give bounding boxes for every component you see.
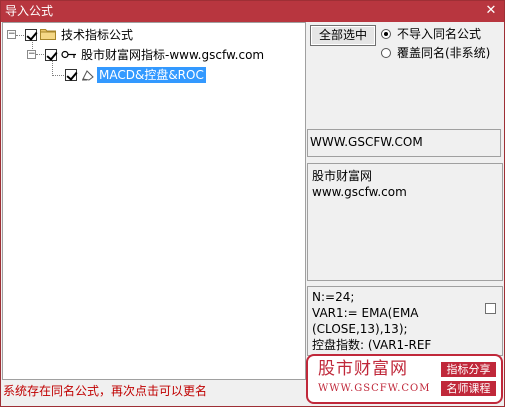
select-all-button[interactable]: 全部选中 <box>310 25 376 46</box>
watermark-tag: 指标分享 <box>441 362 496 377</box>
import-formula-dialog: 导入公式 ✕ − 技术指标公式 − 股市财富网指标-www.gscfw.com … <box>0 0 505 407</box>
option-label: 覆盖同名(非系统) <box>397 46 491 60</box>
code-line: 控盘指数: (VAR1-REF <box>312 338 432 352</box>
close-icon[interactable]: ✕ <box>483 3 499 19</box>
gscfw-watermark-logo: 股市财富网 WWW.GSCFW.COM 指标分享 名师课程 <box>306 354 503 404</box>
collapse-icon[interactable]: − <box>27 50 36 59</box>
root-checkbox[interactable] <box>25 29 37 41</box>
title-bar[interactable]: 导入公式 ✕ <box>1 1 504 22</box>
code-line: (CLOSE,13),13); <box>312 322 408 336</box>
description-line: www.gscfw.com <box>312 185 407 199</box>
radio-checked-icon[interactable] <box>381 29 391 39</box>
formula-source[interactable]: N:=24; VAR1:= EMA(EMA (CLOSE,13),13); 控盘… <box>307 286 503 356</box>
group-checkbox[interactable] <box>45 49 57 61</box>
collapse-icon[interactable]: − <box>7 30 16 39</box>
watermark-tag: 名师课程 <box>441 381 496 396</box>
author-url: WWW.GSCFW.COM <box>310 135 423 149</box>
status-message: 系统存在同名公式，再次点击可以更名 <box>3 384 208 398</box>
formula-description[interactable]: 股市财富网 www.gscfw.com <box>307 163 503 281</box>
radio-unchecked-icon[interactable] <box>381 48 391 58</box>
code-line: VAR1:= EMA(EMA <box>312 306 419 320</box>
source-checkbox[interactable] <box>485 303 496 314</box>
tree-node-group[interactable]: − 股市财富网指标-www.gscfw.com <box>3 47 303 63</box>
tree-node-formula[interactable]: MACD&控盘&ROC <box>3 67 303 83</box>
folder-icon <box>40 29 56 40</box>
tree-node-label: 技术指标公式 <box>61 28 134 42</box>
code-line: N:=24; <box>312 290 355 304</box>
description-line: 股市财富网 <box>312 169 373 183</box>
watermark-url: WWW.GSCFW.COM <box>318 383 431 394</box>
window-title: 导入公式 <box>5 4 54 18</box>
author-url-field: WWW.GSCFW.COM <box>307 129 501 157</box>
key-icon <box>61 50 76 59</box>
tree-node-label: 股市财富网指标-www.gscfw.com <box>81 48 265 62</box>
formula-checkbox[interactable] <box>65 69 77 81</box>
tree-node-label: MACD&控盘&ROC <box>97 67 206 83</box>
tree-node-root[interactable]: − 技术指标公式 <box>3 27 303 43</box>
option-label: 不导入同名公式 <box>397 27 482 41</box>
formula-tree[interactable]: − 技术指标公式 − 股市财富网指标-www.gscfw.com MACD&控盘… <box>2 22 306 380</box>
watermark-name: 股市财富网 <box>318 359 408 379</box>
formula-icon <box>82 70 94 81</box>
